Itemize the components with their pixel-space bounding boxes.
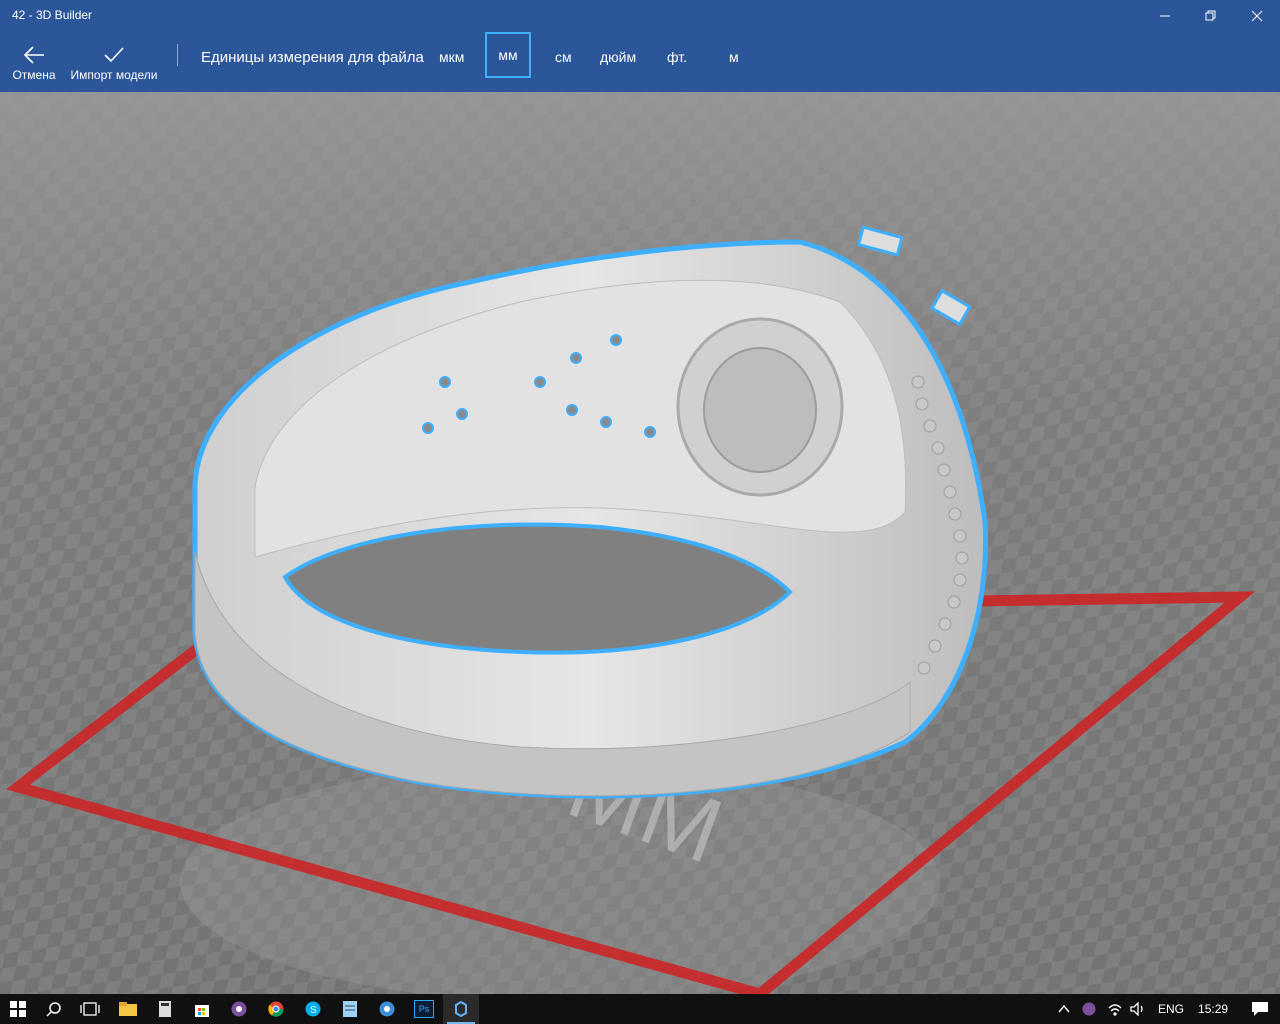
task-view-button[interactable] [72,994,108,1024]
3d-builder-button[interactable] [443,994,479,1024]
system-tray: ENG 15:29 [1058,994,1269,1024]
store-button[interactable] [184,994,220,1024]
photoshop-icon: Ps [414,1000,434,1018]
cancel-label: Отмена [12,68,56,82]
units-label: Единицы измерения для файла [201,49,424,66]
3d-viewport[interactable]: 0 MM [0,92,1280,994]
unit-ft-button[interactable]: фт. [667,49,687,65]
toolbar: Отмена Импорт модели Единицы измерения д… [0,32,1280,92]
store-icon [195,1005,209,1017]
close-icon [1251,10,1263,22]
clock[interactable]: 15:29 [1198,1002,1228,1016]
3d-builder-icon [455,1001,467,1017]
viber-icon [231,1001,247,1017]
back-arrow-icon [23,46,44,64]
browser-button[interactable] [369,994,405,1024]
window-title: 42 - 3D Builder [12,8,93,22]
cancel-button[interactable]: Отмена [8,32,60,92]
notepad-icon [343,1001,357,1017]
viber-button[interactable] [221,994,257,1024]
photoshop-button[interactable]: Ps [406,994,442,1024]
file-explorer-icon [119,1002,137,1016]
taskbar: S Ps ENG 15:29 [0,994,1280,1024]
skype-button[interactable]: S [295,994,331,1024]
unit-m-button[interactable]: м [729,49,739,65]
minimize-icon [1160,15,1170,17]
import-model-button[interactable]: Импорт модели [66,32,162,92]
unit-inch-button[interactable]: дюйм [600,49,636,65]
task-view-icon [80,1002,100,1016]
skype-icon: S [305,1001,321,1017]
chrome-icon [268,1001,284,1017]
wifi-icon[interactable] [1108,1002,1122,1016]
volume-icon[interactable] [1130,1002,1146,1016]
svg-text:S: S [310,1005,317,1016]
restore-button[interactable] [1188,0,1234,32]
checkmark-icon [104,47,124,63]
language-indicator[interactable]: ENG [1158,1002,1184,1016]
start-button[interactable] [0,994,36,1024]
notepad-button[interactable] [332,994,368,1024]
viber-tray-icon[interactable] [1082,1002,1096,1016]
unit-um-button[interactable]: мкм [439,49,464,65]
close-button[interactable] [1234,0,1280,32]
action-center-icon[interactable] [1252,1002,1269,1016]
search-icon [46,1002,61,1017]
center-stone-inner [703,347,817,473]
minimize-button[interactable] [1142,0,1188,32]
chrome-button[interactable] [258,994,294,1024]
calculator-button[interactable] [147,994,183,1024]
calculator-icon [159,1001,171,1017]
unit-mm-button[interactable]: мм [485,32,531,78]
title-bar: 42 - 3D Builder [0,0,1280,32]
import-label: Импорт модели [70,68,158,82]
unit-cm-button[interactable]: см [555,49,572,65]
restore-icon [1205,10,1216,21]
file-explorer-button[interactable] [110,994,146,1024]
search-button[interactable] [36,994,72,1024]
toolbar-separator [177,44,178,66]
start-icon [10,1001,26,1017]
browser-icon [379,1001,395,1017]
chevron-up-icon[interactable] [1058,1004,1070,1014]
